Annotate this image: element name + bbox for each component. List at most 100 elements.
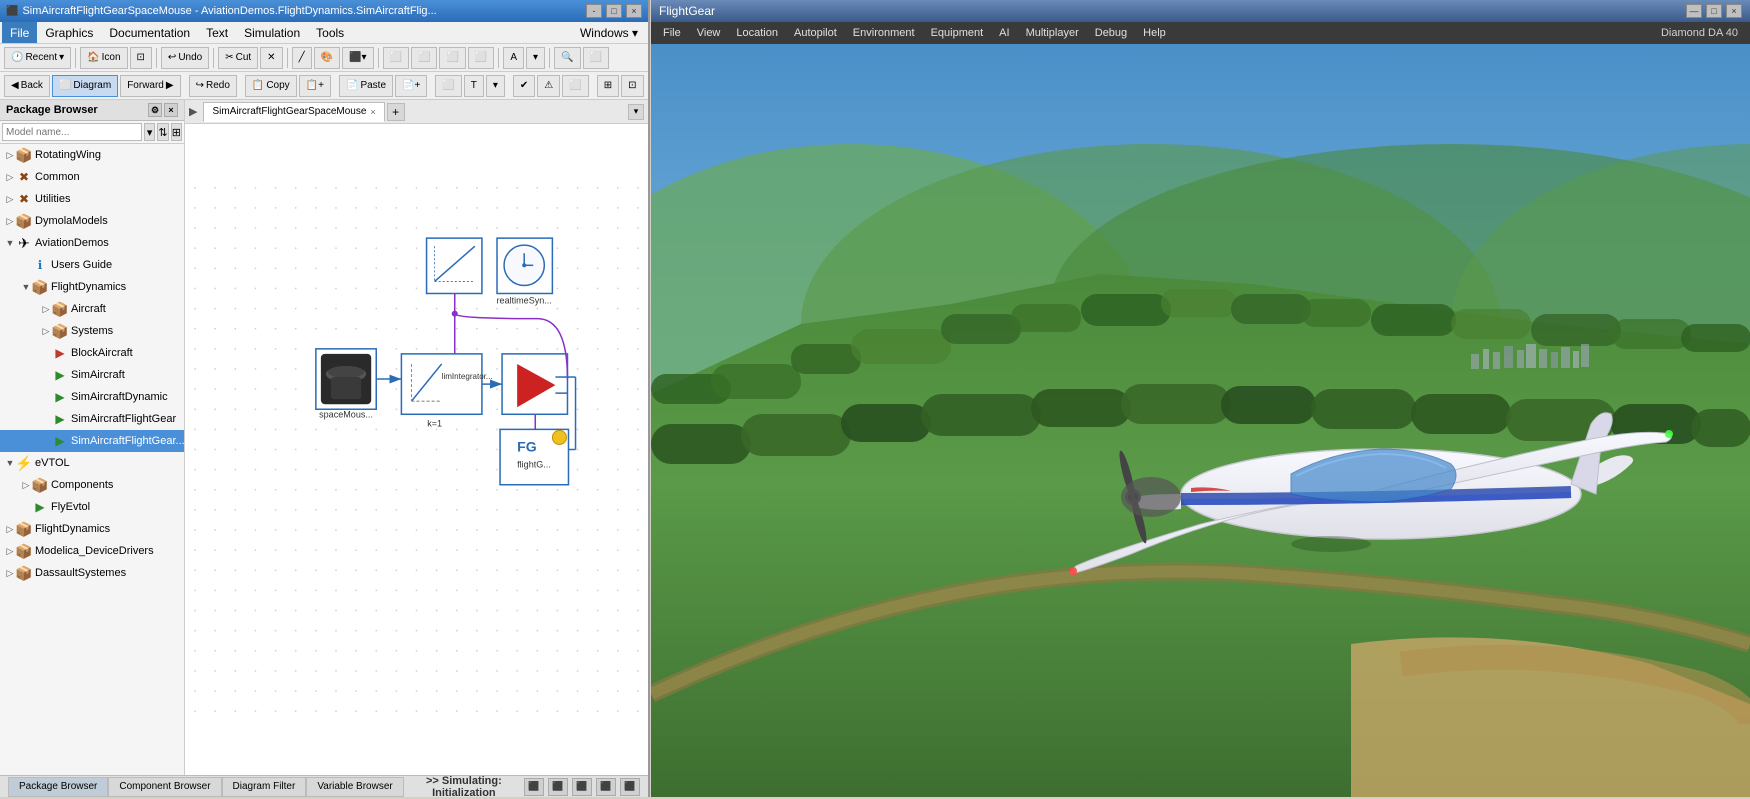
search-sort-button[interactable]: ⇅	[157, 123, 168, 141]
align-button[interactable]: ⬜	[383, 47, 409, 69]
active-diagram-tab[interactable]: SimAircraftFlightGearSpaceMouse ×	[203, 102, 384, 122]
back-button[interactable]: ◀ Back	[4, 75, 50, 97]
add-diagram-tab-button[interactable]: +	[387, 103, 405, 121]
search-filter-button[interactable]: ▾	[144, 123, 155, 141]
tree-item-systems[interactable]: ▷ 📦 Systems	[0, 320, 184, 342]
spacemouse-block[interactable]: spaceMous...	[316, 349, 376, 419]
tree-item-modelica-devicedrivers[interactable]: ▷ 📦 Modelica_DeviceDrivers	[0, 540, 184, 562]
tree-item-flyevtol[interactable]: ▶ FlyEvtol	[0, 496, 184, 518]
menu-tools[interactable]: Tools	[308, 22, 352, 43]
menu-simulation[interactable]: Simulation	[236, 22, 308, 43]
realtime-sync-block[interactable]: realtimeSyn...	[497, 238, 553, 305]
pkg-browser-close-button[interactable]: ×	[164, 103, 178, 117]
tree-item-simaircraft-flightgear[interactable]: ▶ SimAircraftFlightGear	[0, 408, 184, 430]
draw-line-button[interactable]: ╱	[292, 47, 312, 69]
tree-item-usersguide[interactable]: ℹ Users Guide	[0, 254, 184, 276]
copy-ref-button[interactable]: 📋+	[299, 75, 331, 97]
status-icon-5[interactable]: ⬛	[620, 778, 640, 796]
forward-button[interactable]: Forward ▶	[120, 75, 180, 97]
transform-button[interactable]: A	[503, 47, 524, 69]
fg-menu-debug[interactable]: Debug	[1087, 22, 1135, 44]
arrange-button[interactable]: ⬛▾	[342, 47, 373, 69]
minimize-button[interactable]: -	[586, 4, 602, 18]
tree-item-simaircraft-flightgear-spacemouse[interactable]: ▶ SimAircraftFlightGear...	[0, 430, 184, 452]
status-icon-1[interactable]: ⬛	[524, 778, 544, 796]
fg-maximize-button[interactable]: □	[1706, 4, 1722, 18]
copy-button[interactable]: 📋 Copy	[245, 75, 297, 97]
recent-button[interactable]: 🕐 Recent ▾	[4, 47, 71, 69]
fg-minimize-button[interactable]: —	[1686, 4, 1702, 18]
cut-button[interactable]: ✂ Cut	[218, 47, 258, 69]
diagram-canvas[interactable]: realtimeSyn...	[185, 124, 648, 775]
delete-button[interactable]: ✕	[260, 47, 282, 69]
tree-item-flightdynamics-top[interactable]: ▷ 📦 FlightDynamics	[0, 518, 184, 540]
paste-ref-button[interactable]: 📄+	[395, 75, 427, 97]
tree-item-aviationdemos[interactable]: ▼ ✈ AviationDemos	[0, 232, 184, 254]
text-button[interactable]: T	[464, 75, 484, 97]
close-button[interactable]: ×	[626, 4, 642, 18]
warning-button[interactable]: ⚠	[537, 75, 560, 97]
tree-item-flightdynamics[interactable]: ▼ 📦 FlightDynamics	[0, 276, 184, 298]
fg-menu-equipment[interactable]: Equipment	[923, 22, 992, 44]
distribute-button[interactable]: ⬜	[411, 47, 437, 69]
menu-text[interactable]: Text	[198, 22, 236, 43]
status-tab-diagram-filter[interactable]: Diagram Filter	[222, 777, 307, 797]
status-icon-4[interactable]: ⬛	[596, 778, 616, 796]
pkg-browser-settings-button[interactable]: ⚙	[148, 103, 162, 117]
tree-item-dymolamodels[interactable]: ▷ 📦 DymolaModels	[0, 210, 184, 232]
menu-windows[interactable]: Windows ▾	[572, 24, 646, 42]
fg-menu-autopilot[interactable]: Autopilot	[786, 22, 845, 44]
font-button[interactable]: ▾	[526, 47, 545, 69]
dot-grid-button[interactable]: ⊡	[621, 75, 643, 97]
menu-file[interactable]: File	[2, 22, 37, 43]
rect-button[interactable]: ⬜	[435, 75, 461, 97]
tree-item-evtol[interactable]: ▼ ⚡ eVTOL	[0, 452, 184, 474]
check-button[interactable]: ✔	[513, 75, 535, 97]
fg-menu-ai[interactable]: AI	[991, 22, 1017, 44]
flightgear-block[interactable]: FG flightG...	[500, 429, 568, 484]
group-button[interactable]: ⬜	[468, 47, 494, 69]
more-view-btn[interactable]: ⬜	[562, 75, 588, 97]
status-tab-variable-browser[interactable]: Variable Browser	[306, 777, 403, 797]
diagram-menu-button[interactable]: ▾	[628, 104, 644, 120]
menu-graphics[interactable]: Graphics	[37, 22, 101, 43]
tree-item-utilities[interactable]: ▷ ✖ Utilities	[0, 188, 184, 210]
fg-menu-view[interactable]: View	[689, 22, 729, 44]
fg-menu-file[interactable]: File	[655, 22, 689, 44]
tree-item-blockaircraft[interactable]: ▶ BlockAircraft	[0, 342, 184, 364]
icon-button[interactable]: 🏠 Icon	[80, 47, 127, 69]
status-icon-2[interactable]: ⬛	[548, 778, 568, 796]
status-tab-component-browser[interactable]: Component Browser	[108, 777, 221, 797]
status-tab-pkg-browser[interactable]: Package Browser	[8, 777, 108, 797]
color2-button[interactable]: ▾	[486, 75, 505, 97]
tree-item-dassaultsystemes[interactable]: ▷ 📦 DassaultSystemes	[0, 562, 184, 584]
model-name-search[interactable]	[2, 123, 142, 141]
play-block[interactable]	[502, 354, 567, 414]
undo-button[interactable]: ↩ Undo	[161, 47, 209, 69]
fg-menu-location[interactable]: Location	[728, 22, 786, 44]
status-icon-3[interactable]: ⬛	[572, 778, 592, 796]
tree-item-components[interactable]: ▷ 📦 Components	[0, 474, 184, 496]
more1-button[interactable]: ⬜	[583, 47, 609, 69]
fg-close-button[interactable]: ×	[1726, 4, 1742, 18]
fg-menu-help[interactable]: Help	[1135, 22, 1174, 44]
fit-button[interactable]: ⊡	[130, 47, 152, 69]
tree-item-common[interactable]: ▷ ✖ Common	[0, 166, 184, 188]
tree-item-simaircraft-dynamic[interactable]: ▶ SimAircraftDynamic	[0, 386, 184, 408]
fg-menu-multiplayer[interactable]: Multiplayer	[1018, 22, 1087, 44]
table-button[interactable]: ⊞	[597, 75, 619, 97]
tree-item-aircraft[interactable]: ▷ 📦 Aircraft	[0, 298, 184, 320]
redo-button[interactable]: ↪ Redo	[189, 75, 237, 97]
fg-menu-environment[interactable]: Environment	[845, 22, 923, 44]
ramp-block[interactable]	[427, 238, 482, 293]
paste-button[interactable]: 📄 Paste	[339, 75, 393, 97]
color-button[interactable]: 🎨	[314, 47, 340, 69]
tree-item-simaircraft[interactable]: ▶ SimAircraft	[0, 364, 184, 386]
tree-item-rotatingwing[interactable]: ▷ 📦 RotatingWing	[0, 144, 184, 166]
layer-button[interactable]: ⬜	[439, 47, 465, 69]
search-expand-button[interactable]: ⊞	[171, 123, 182, 141]
zoom-in-button[interactable]: 🔍	[554, 47, 580, 69]
tab-close-button[interactable]: ×	[370, 107, 375, 117]
menu-documentation[interactable]: Documentation	[101, 22, 198, 43]
maximize-button[interactable]: □	[606, 4, 622, 18]
